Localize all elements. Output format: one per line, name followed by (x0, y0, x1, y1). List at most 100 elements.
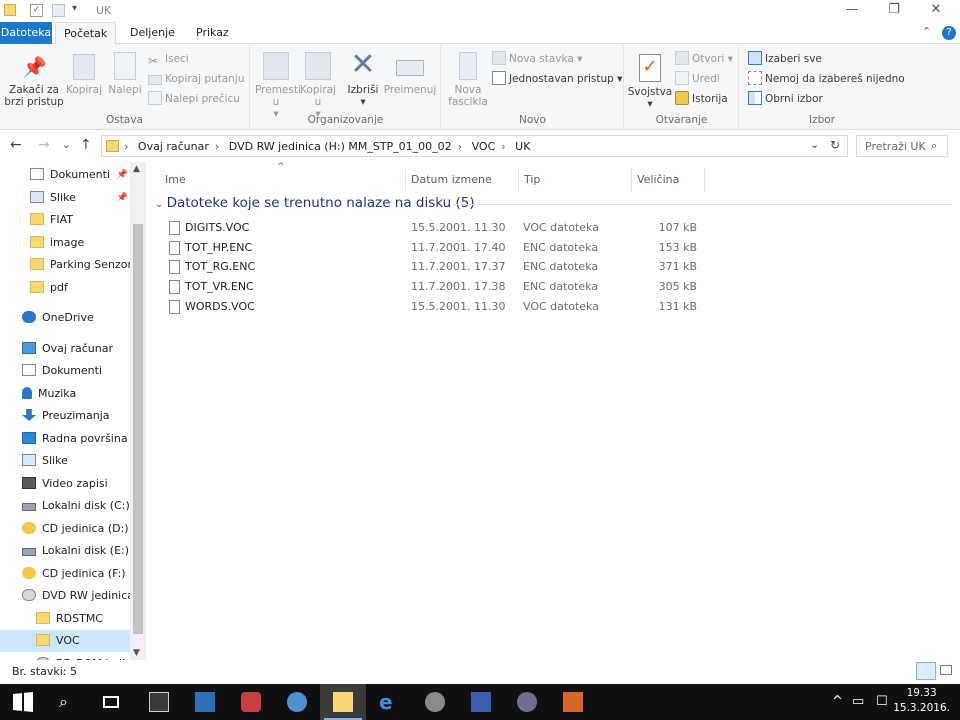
easy-access-button[interactable]: Jednostavan pristup ▾ (492, 70, 622, 88)
cut-button[interactable]: ✂ Iseci (148, 50, 189, 68)
app-9[interactable] (550, 684, 596, 720)
nav-item-video-zapisi[interactable]: Video zapisi (0, 473, 130, 495)
start-button[interactable] (0, 684, 46, 720)
nav-item-cd-jedinica-d-[interactable]: CD jedinica (D:) (0, 518, 130, 540)
new-item-button[interactable]: Nova stavka ▾ (492, 50, 582, 68)
close-button[interactable]: ✕ (914, 0, 958, 22)
app-6[interactable] (412, 684, 458, 720)
nav-item-lokalni-disk-e-[interactable]: Lokalni disk (E:) (0, 540, 130, 562)
network-icon[interactable]: ▭ (852, 694, 864, 709)
clock[interactable]: 19.33 15.3.2016. (893, 686, 950, 716)
rename-button[interactable]: Preimenuj (383, 50, 437, 96)
app-2[interactable] (182, 684, 228, 720)
app-3[interactable] (228, 684, 274, 720)
nav-item-ovaj-računar[interactable]: Ovaj računar (0, 338, 130, 360)
task-view-button[interactable] (90, 684, 136, 720)
show-hidden-icons-chevron[interactable]: ^ (832, 694, 843, 709)
open-button[interactable]: Otvori ▾ (675, 50, 733, 68)
group-header[interactable]: ⌄ Datoteke koje se trenutno nalaze na di… (155, 195, 475, 211)
edge-app[interactable]: e (366, 684, 412, 720)
address-dropdown-icon[interactable]: ⌄ (810, 138, 819, 151)
details-view-icon[interactable] (916, 662, 936, 680)
breadcrumb-voc[interactable]: VOC (472, 140, 496, 153)
maximize-button[interactable]: ❐ (872, 0, 916, 22)
scroll-down-icon[interactable]: ▼ (133, 648, 140, 658)
tab-share[interactable]: Deljenje (122, 22, 183, 44)
column-header-size[interactable]: Veličina (633, 168, 705, 192)
breadcrumb-dvd-drive[interactable]: DVD RW jedinica (H:) MM_STP_01_00_02 (229, 140, 452, 153)
file-row[interactable]: TOT_VR.ENC 11.7.2001. 17.38 ENC datoteka 30… (167, 277, 707, 297)
nav-item-pdf[interactable]: pdf (0, 277, 130, 299)
nav-item-dokumenti[interactable]: Dokumenti (0, 360, 130, 382)
file-row[interactable]: DIGITS.VOC 15.5.2001. 11.30 VOC datoteka 10… (167, 218, 707, 238)
nav-item-fiat[interactable]: FIAT (0, 209, 130, 231)
file-explorer-app[interactable] (320, 684, 366, 720)
new-folder-quick-icon[interactable] (52, 4, 65, 17)
collapse-ribbon-icon[interactable]: ⌃ (922, 25, 931, 38)
search-taskbar-button[interactable]: ⌕ (46, 684, 92, 720)
history-button[interactable]: Istorija (675, 90, 728, 108)
paste-button[interactable]: Nalepi (106, 50, 144, 96)
select-all-button[interactable]: Izaberi sve (748, 50, 822, 68)
copy-path-button[interactable]: Kopiraj putanju (148, 70, 244, 88)
delete-button[interactable]: ✕ Izbriši ▾ (343, 50, 383, 109)
calculator-app[interactable] (136, 684, 182, 720)
nav-item-bd-rom-jedinic[interactable]: BD-ROM jedinic (0, 653, 130, 660)
qat-dropdown-icon[interactable]: ▾ (72, 3, 77, 14)
file-row[interactable]: WORDS.VOC 15.5.2001. 11.30 VOC datoteka 131… (167, 297, 707, 317)
nav-item-slike[interactable]: Slike (0, 450, 130, 472)
forward-arrow-icon[interactable]: → (38, 137, 50, 153)
paste-shortcut-button[interactable]: Nalepi prečicu (148, 90, 240, 108)
select-none-button[interactable]: Nemoj da izabereš nijedno (748, 70, 905, 88)
scrollbar-thumb[interactable] (133, 224, 143, 634)
help-icon[interactable]: ? (942, 26, 956, 40)
app-4[interactable] (274, 684, 320, 720)
copy-to-button[interactable]: Kopiraj u ▾ (299, 50, 337, 120)
nav-item-voc[interactable]: VOC (0, 630, 130, 652)
address-field[interactable]: › Ovaj računar › DVD RW jedinica (H:) MM_… (101, 135, 848, 157)
nav-item-dokumenti[interactable]: Dokumenti 📌 (0, 164, 130, 186)
search-input[interactable]: Pretraži UK ⌕ (856, 135, 948, 157)
app-8[interactable] (504, 684, 550, 720)
group-collapse-chevron-icon[interactable]: ⌄ (155, 199, 167, 210)
nav-scrollbar[interactable]: ▲ ▼ (130, 162, 146, 660)
new-folder-button[interactable]: Nova fascikla (446, 50, 490, 108)
move-to-button[interactable]: Premesti u ▾ (255, 50, 301, 120)
tab-view[interactable]: Prikaz (188, 22, 237, 44)
app-7[interactable] (458, 684, 504, 720)
nav-item-dvd-rw-jedinica[interactable]: DVD RW jedinica (0, 585, 130, 607)
nav-item-preuzimanja[interactable]: Preuzimanja (0, 405, 130, 427)
invert-selection-button[interactable]: Obrni izbor (748, 90, 823, 108)
copy-button[interactable]: Kopiraj (64, 50, 104, 96)
action-center-icon[interactable]: ☐ (876, 694, 888, 709)
minimize-button[interactable]: — (830, 0, 874, 22)
nav-item-muzika[interactable]: Muzika (0, 383, 130, 405)
nav-item-rdstmc[interactable]: RDSTMC (0, 608, 130, 630)
nav-item-lokalni-disk-c-[interactable]: Lokalni disk (C:) (0, 495, 130, 517)
properties-quick-icon[interactable]: ✓ (30, 4, 43, 17)
pin-quick-access-button[interactable]: 📌 Zakači za brzi pristup (4, 50, 64, 108)
breadcrumb-uk[interactable]: UK (515, 140, 530, 153)
tab-file[interactable]: Datoteka (0, 22, 52, 44)
nav-item-cd-jedinica-f-[interactable]: CD jedinica (F:) (0, 563, 130, 585)
file-row[interactable]: TOT_HP.ENC 11.7.2001. 17.40 ENC datoteka 15… (167, 238, 707, 258)
column-header-date[interactable]: Datum izmene (407, 168, 519, 192)
nav-item-radna-površina[interactable]: Radna površina (0, 428, 130, 450)
scroll-up-icon[interactable]: ▲ (133, 164, 140, 174)
up-arrow-icon[interactable]: ↑ (80, 137, 92, 153)
breadcrumb-computer[interactable]: Ovaj računar (138, 140, 209, 153)
file-row[interactable]: TOT_RG.ENC 11.7.2001. 17.37 ENC datoteka 37… (167, 257, 707, 277)
tab-home[interactable]: Početak (55, 22, 117, 45)
column-header-type[interactable]: Tip (520, 168, 632, 192)
refresh-icon[interactable]: ↻ (830, 138, 840, 152)
recent-locations-chevron-icon[interactable]: ⌄ (62, 140, 70, 151)
nav-item-slike[interactable]: Slike 📌 (0, 187, 130, 209)
nav-item-parking-senzori[interactable]: Parking Senzori (0, 254, 130, 276)
properties-button[interactable]: ✓ Svojstva ▾ (627, 50, 673, 110)
nav-item-onedrive[interactable]: OneDrive (0, 307, 130, 329)
column-header-name[interactable]: Ime (161, 168, 406, 192)
edit-button[interactable]: Uredi (675, 70, 720, 88)
large-icons-view-icon[interactable] (940, 665, 952, 675)
back-arrow-icon[interactable]: ← (10, 137, 22, 153)
nav-item-image[interactable]: image (0, 232, 130, 254)
